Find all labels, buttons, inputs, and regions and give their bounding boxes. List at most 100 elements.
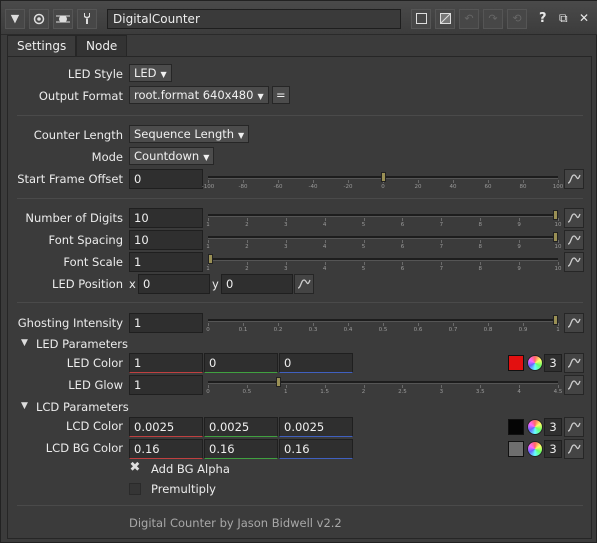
led-color-b-input[interactable]: 0	[279, 353, 353, 373]
float-panel-icon[interactable]: ⧉	[559, 11, 568, 26]
lcd-bg-color-b-input[interactable]: 0.16	[279, 439, 353, 459]
lcd-color-b-input[interactable]: 0.0025	[279, 417, 353, 437]
lcd-color-label: LCD Color	[66, 419, 123, 433]
channel-count-button[interactable]: 3	[544, 440, 562, 458]
slider-tick-mark	[348, 180, 349, 183]
channel-count-button[interactable]: 3	[544, 354, 562, 372]
curve-glyph	[567, 358, 581, 368]
number-of-digits-slider[interactable]: 1 2 3 4 5 6 7 8 9 10	[206, 210, 562, 231]
led-position-x-input[interactable]: 0	[138, 274, 210, 294]
animation-curve-icon[interactable]	[564, 252, 584, 272]
font-scale-slider[interactable]: 1 2 3 4 5 6 7 8 9 10	[206, 254, 562, 275]
animation-curve-icon[interactable]	[564, 169, 584, 189]
led-glow-slider[interactable]: 0 0.5 1 1.5 2 2.5 3 3.5 4 4.5	[206, 377, 562, 398]
led-style-dropdown[interactable]: LED ▼	[129, 64, 172, 82]
led-position-y-input[interactable]: 0	[221, 274, 293, 294]
bug-icon[interactable]	[53, 9, 73, 29]
font-spacing-label: Font Spacing	[48, 233, 123, 247]
slider-handle[interactable]	[553, 210, 558, 220]
slider-handle[interactable]	[553, 315, 558, 325]
led-color-r-input[interactable]: 1	[129, 353, 203, 373]
triangle-down-icon[interactable]: ▼	[21, 401, 28, 411]
lcd-parameters-header[interactable]: LCD Parameters	[36, 400, 129, 414]
slider-tick-label: 4	[322, 266, 327, 272]
curve-glyph	[567, 257, 581, 267]
viewer-node-icon[interactable]	[29, 9, 49, 29]
start-frame-offset-slider[interactable]: -100 -80 -60 -40 -20 0 20 40 60 80 100	[202, 172, 563, 193]
font-scale-label: Font Scale	[63, 255, 123, 269]
slider-tick-mark	[558, 218, 559, 221]
slider-tick-mark	[324, 240, 326, 243]
font-spacing-input[interactable]: 10	[129, 230, 203, 250]
font-spacing-slider[interactable]: 1 2 3 4 5 6 7 8 9 10	[206, 232, 562, 253]
lcd-bg-color-g-input[interactable]: 0.16	[204, 439, 278, 459]
color-wheel-icon[interactable]	[527, 441, 543, 457]
ghosting-intensity-slider[interactable]: 0 0.1 0.2 0.3 0.4 0.5 0.6 0.7 0.8 0.9 1	[206, 315, 560, 336]
ghosting-intensity-input[interactable]: 1	[129, 313, 203, 333]
slider-tick-label: 1.5	[320, 389, 330, 395]
tab-node[interactable]: Node	[76, 35, 128, 57]
edit-format-button[interactable]: =	[272, 86, 290, 104]
animation-curve-icon[interactable]	[564, 208, 584, 228]
wrench-icon[interactable]	[77, 9, 97, 29]
revert-icon[interactable]: ⟲	[507, 9, 527, 29]
color-wheel-icon[interactable]	[527, 355, 543, 371]
mode-dropdown[interactable]: Countdown ▼	[129, 147, 215, 165]
tab-settings[interactable]: Settings	[7, 35, 77, 57]
lcd-bg-color-swatch[interactable]	[508, 441, 524, 457]
slider-handle[interactable]	[381, 172, 386, 182]
counter-length-dropdown[interactable]: Sequence Length ▼	[129, 125, 250, 143]
premultiply-checkbox[interactable]	[129, 483, 141, 495]
start-frame-offset-input[interactable]: 0	[129, 169, 203, 189]
slider-tick-mark	[441, 240, 443, 243]
slider-track[interactable]	[208, 319, 558, 322]
slider-tick-label: 6	[400, 244, 405, 250]
lcd-color-r-input[interactable]: 0.0025	[129, 417, 203, 437]
animation-curve-icon[interactable]	[564, 439, 584, 459]
slider-handle[interactable]	[276, 377, 281, 387]
animation-curve-icon[interactable]	[294, 274, 314, 294]
slider-track[interactable]	[208, 258, 558, 261]
slider-tick-label: 6	[400, 222, 405, 228]
slider-tick-mark	[285, 385, 287, 388]
help-icon[interactable]: ?	[539, 11, 547, 26]
hide-input-icon[interactable]	[435, 9, 455, 29]
animation-curve-icon[interactable]	[564, 353, 584, 373]
font-scale-input[interactable]: 1	[129, 252, 203, 272]
slider-tick-label: 8	[478, 266, 482, 272]
close-icon[interactable]: ✕	[579, 11, 589, 25]
output-format-dropdown[interactable]: root.format 640x480 ▼	[129, 86, 269, 104]
animation-curve-icon[interactable]	[564, 230, 584, 250]
led-color-g-input[interactable]: 0	[204, 353, 278, 373]
triangle-down-icon[interactable]: ▼	[21, 338, 28, 348]
animation-curve-icon[interactable]	[564, 313, 584, 333]
color-box-icon[interactable]	[411, 9, 431, 29]
lcd-bg-color-r-input[interactable]: 0.16	[129, 439, 203, 459]
add-bg-alpha-checkbox[interactable]: ✖	[129, 461, 141, 475]
lcd-color-g-input[interactable]: 0.0025	[204, 417, 278, 437]
color-wheel-icon[interactable]	[527, 419, 543, 435]
number-of-digits-input[interactable]: 10	[129, 208, 203, 228]
curve-glyph	[567, 235, 581, 245]
undo-icon[interactable]: ↶	[459, 9, 479, 29]
premultiply-label: Premultiply	[151, 482, 216, 496]
slider-tick-label: -60	[273, 184, 283, 190]
slider-track[interactable]	[208, 236, 558, 239]
slider-handle[interactable]	[208, 254, 213, 264]
node-name-input[interactable]: DigitalCounter	[107, 9, 401, 29]
led-parameters-header[interactable]: LED Parameters	[36, 337, 128, 351]
lcd-color-swatch[interactable]	[508, 419, 524, 435]
animation-curve-icon[interactable]	[564, 417, 584, 437]
slider-tick-mark	[246, 262, 248, 265]
slider-track[interactable]	[208, 381, 558, 384]
led-color-swatch[interactable]	[508, 355, 524, 371]
slider-track[interactable]	[208, 214, 558, 217]
slider-handle[interactable]	[553, 232, 558, 242]
redo-icon[interactable]: ↷	[483, 9, 503, 29]
collapse-toggle-icon[interactable]: ▼	[5, 9, 25, 29]
animation-curve-icon[interactable]	[564, 375, 584, 395]
curve-glyph	[297, 279, 311, 289]
led-glow-input[interactable]: 1	[129, 375, 203, 395]
slider-tick-mark	[402, 218, 404, 221]
channel-count-button[interactable]: 3	[544, 418, 562, 436]
